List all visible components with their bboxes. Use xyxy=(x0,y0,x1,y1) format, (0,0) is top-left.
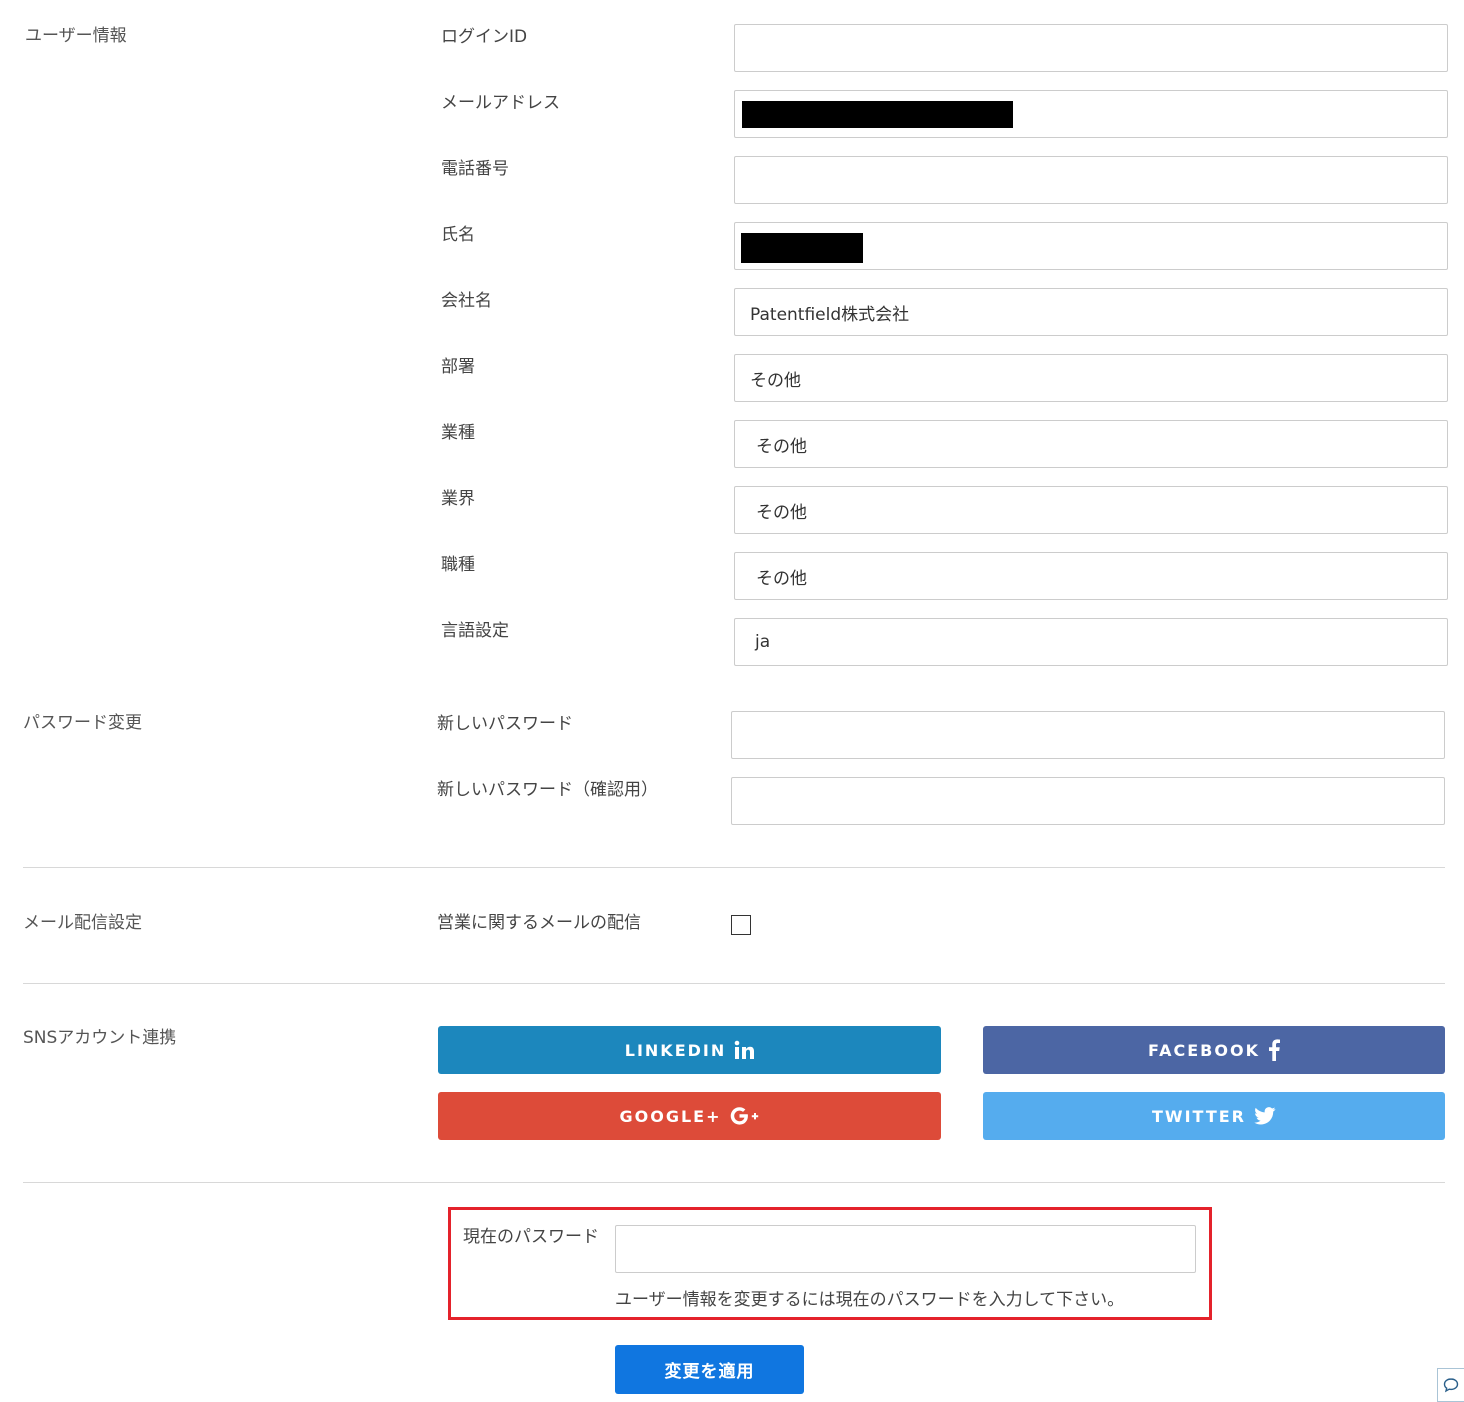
confirm-password-input[interactable] xyxy=(731,777,1445,825)
linkedin-button[interactable]: LINKEDIN xyxy=(438,1026,941,1074)
login-id-label: ログインID xyxy=(441,27,528,47)
google-plus-icon xyxy=(730,1107,758,1125)
chat-bubble-icon xyxy=(1443,1378,1459,1393)
new-password-input[interactable] xyxy=(731,711,1445,759)
google-plus-button[interactable]: GOOGLE+ xyxy=(438,1092,941,1140)
twitter-button-label: TWITTER xyxy=(1152,1106,1246,1126)
twitter-icon xyxy=(1254,1107,1276,1125)
chat-widget[interactable] xyxy=(1437,1368,1464,1402)
account-settings-page: ユーザー情報 ログインID メールアドレス 電話番号 氏名 会社名 Patent… xyxy=(0,0,1464,1402)
section-label-mail-settings: メール配信設定 xyxy=(23,913,142,933)
department-label: 部署 xyxy=(441,357,475,377)
facebook-button-label: FACEBOOK xyxy=(1148,1040,1260,1060)
facebook-button[interactable]: FACEBOOK xyxy=(983,1026,1445,1074)
occupation-label: 職種 xyxy=(441,555,475,575)
sales-mail-label: 営業に関するメールの配信 xyxy=(437,913,641,933)
apply-changes-button[interactable]: 変更を適用 xyxy=(615,1345,804,1394)
google-plus-button-label: GOOGLE+ xyxy=(619,1106,722,1126)
occupation-select[interactable]: その他 xyxy=(734,552,1448,600)
business-type-select[interactable]: その他 xyxy=(734,420,1448,468)
linkedin-button-label: LINKEDIN xyxy=(624,1040,727,1060)
redacted-email xyxy=(742,101,1013,128)
login-id-input[interactable] xyxy=(734,24,1448,72)
current-password-input[interactable] xyxy=(615,1225,1196,1273)
phone-input[interactable] xyxy=(734,156,1448,204)
language-label: 言語設定 xyxy=(441,621,509,641)
phone-label: 電話番号 xyxy=(441,159,509,179)
divider xyxy=(23,867,1445,868)
new-password-label: 新しいパスワード xyxy=(437,714,573,734)
industry-label: 業界 xyxy=(441,489,475,509)
confirm-password-label: 新しいパスワード（確認用） xyxy=(437,780,658,800)
industry-select[interactable]: その他 xyxy=(734,486,1448,534)
language-select[interactable]: ja xyxy=(734,618,1448,666)
name-label: 氏名 xyxy=(441,225,475,245)
company-input[interactable]: Patentfield株式会社 xyxy=(734,288,1448,336)
facebook-icon xyxy=(1268,1039,1280,1061)
section-label-user-info: ユーザー情報 xyxy=(25,26,127,46)
company-label: 会社名 xyxy=(441,291,492,311)
business-type-label: 業種 xyxy=(441,423,475,443)
email-label: メールアドレス xyxy=(441,93,560,113)
current-password-label: 現在のパスワード xyxy=(463,1227,599,1247)
section-label-password-change: パスワード変更 xyxy=(23,713,142,733)
twitter-button[interactable]: TWITTER xyxy=(983,1092,1445,1140)
sales-mail-checkbox[interactable] xyxy=(731,915,751,935)
divider xyxy=(23,983,1445,984)
department-input[interactable]: その他 xyxy=(734,354,1448,402)
redacted-name xyxy=(741,233,863,263)
linkedin-icon xyxy=(734,1040,755,1059)
current-password-hint: ユーザー情報を変更するには現在のパスワードを入力して下さい。 xyxy=(615,1290,1125,1310)
divider xyxy=(23,1182,1445,1183)
section-label-sns: SNSアカウント連携 xyxy=(23,1028,177,1048)
